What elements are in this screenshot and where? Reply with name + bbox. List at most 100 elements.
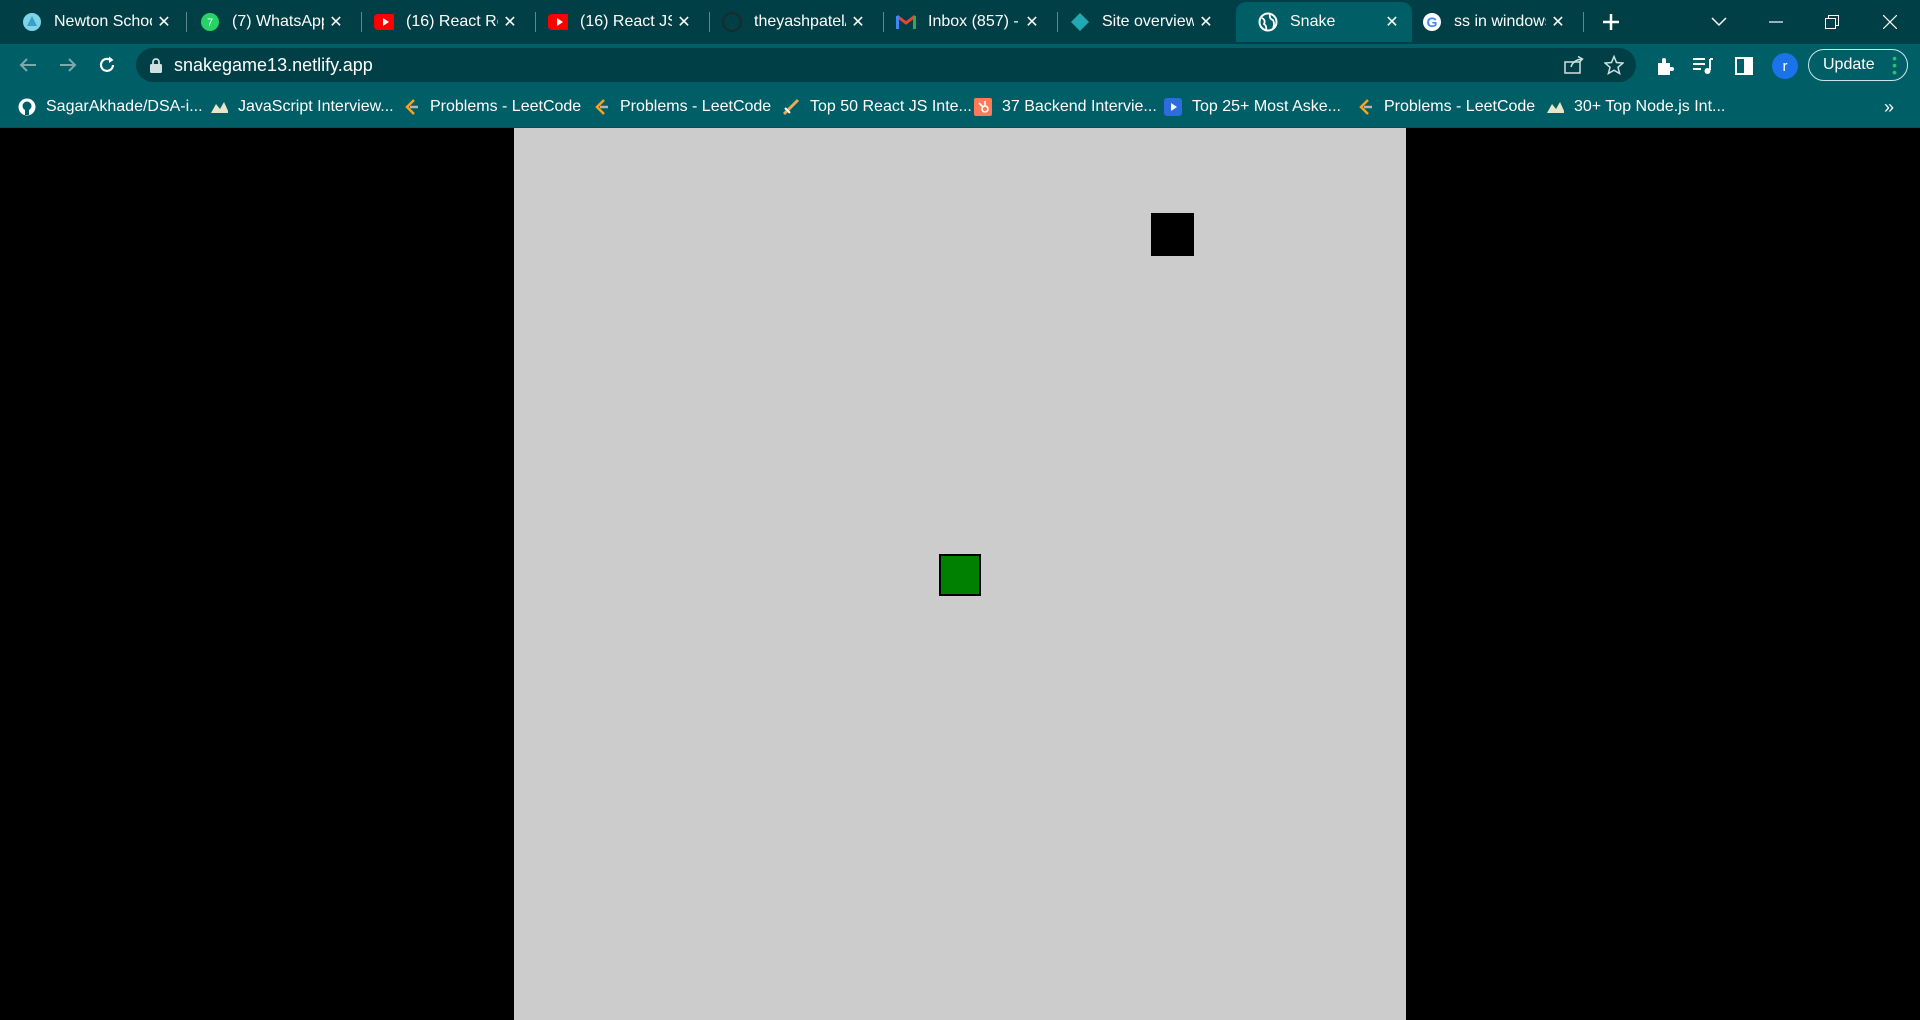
browser-toolbar: snakegame13.netlify.app r Update • • •	[0, 44, 1920, 86]
bookmark-label: Top 50 React JS Inte...	[810, 98, 972, 115]
update-button[interactable]: Update • • •	[1808, 49, 1908, 81]
tab-title: Snake	[1290, 13, 1336, 30]
close-tab-icon[interactable]: ✕	[324, 10, 348, 34]
svg-text:7: 7	[207, 17, 213, 29]
star-icon[interactable]	[1602, 53, 1626, 77]
youtube-icon	[548, 12, 568, 32]
interviewbit-icon	[210, 98, 228, 116]
bookmark-label: Problems - LeetCode	[430, 98, 582, 115]
more-menu-icon[interactable]: • • •	[1892, 51, 1897, 79]
youtube-icon	[374, 12, 394, 32]
google-icon: G	[1422, 12, 1442, 32]
tab-title: Inbox (857) - r	[928, 13, 1020, 30]
bookmark-label: Top 25+ Most Aske...	[1192, 98, 1341, 115]
avatar-initial: r	[1782, 57, 1788, 75]
tab-newton-school[interactable]: Newton School ✕	[0, 2, 184, 42]
bookmarks-bar: SagarAkhade/DSA-i... JavaScript Intervie…	[0, 86, 1920, 128]
reload-button[interactable]	[91, 49, 123, 81]
reload-icon	[99, 56, 115, 72]
bookmark-item[interactable]: Top 25+ Most Aske...	[1164, 96, 1341, 118]
globe-icon	[1258, 12, 1278, 32]
bookmark-site-icon	[1164, 98, 1182, 116]
hubspot-icon	[974, 98, 992, 116]
bookmark-item[interactable]: 30+ Top Node.js Int...	[1546, 96, 1725, 118]
tab-title: Newton School	[54, 13, 152, 30]
tab-gmail[interactable]: Inbox (857) - r ✕	[874, 2, 1052, 42]
forward-button[interactable]	[52, 49, 84, 81]
chevron-down-icon	[1711, 17, 1727, 27]
tab-title: theyashpatel/y	[754, 13, 846, 30]
extensions-icon[interactable]	[1652, 53, 1678, 79]
arrow-right-icon	[60, 58, 77, 72]
close-tab-icon[interactable]: ✕	[1020, 10, 1044, 34]
tab-title: (7) WhatsApp	[232, 13, 324, 30]
bookmark-item[interactable]: Problems - LeetCode	[592, 96, 771, 118]
reading-list-icon[interactable]	[1690, 53, 1716, 79]
github-icon	[18, 98, 36, 116]
close-tab-icon[interactable]: ✕	[672, 10, 696, 34]
newton-school-icon	[22, 12, 42, 32]
bookmark-label: 30+ Top Node.js Int...	[1574, 98, 1726, 115]
chevron-double-right-icon: »	[1884, 96, 1895, 117]
tab-title: (16) React Reg	[406, 13, 498, 30]
page-viewport	[0, 128, 1920, 1020]
bookmark-label: Problems - LeetCode	[620, 98, 772, 115]
food-block	[1151, 213, 1194, 256]
bookmarks-overflow-button[interactable]: »	[1884, 96, 1894, 118]
leetcode-icon	[1356, 98, 1374, 116]
arrow-left-icon	[19, 58, 36, 72]
close-tab-icon[interactable]: ✕	[846, 10, 870, 34]
tab-title: (16) React JS P	[580, 13, 672, 30]
tab-title: Site overview |	[1102, 13, 1194, 30]
tab-snake[interactable]: Snake ✕	[1236, 2, 1412, 42]
game-board[interactable]	[514, 128, 1406, 1020]
leetcode-icon	[402, 98, 420, 116]
bookmark-item[interactable]: Problems - LeetCode	[402, 96, 581, 118]
close-tab-icon[interactable]: ✕	[1194, 10, 1218, 34]
avatar[interactable]: r	[1772, 53, 1798, 79]
url-text[interactable]: snakegame13.netlify.app	[174, 55, 373, 76]
tab-strip: Newton School ✕ 7 (7) WhatsApp ✕ (16) Re…	[0, 0, 1920, 44]
bookmark-label: Problems - LeetCode	[1384, 98, 1536, 115]
tab-react-reg[interactable]: (16) React Reg ✕	[352, 2, 530, 42]
restore-icon	[1825, 15, 1839, 29]
bookmark-item[interactable]: Problems - LeetCode	[1356, 96, 1535, 118]
address-bar[interactable]: snakegame13.netlify.app	[136, 48, 1636, 82]
restore-button[interactable]	[1816, 6, 1848, 38]
bookmark-item[interactable]: 37 Backend Intervie...	[974, 96, 1157, 118]
close-tab-icon[interactable]: ✕	[1546, 10, 1570, 34]
tab-google-search[interactable]: G ss in windows ✕	[1400, 2, 1578, 42]
whatsapp-icon: 7	[200, 12, 220, 32]
bookmark-item[interactable]: Top 50 React JS Inte...	[782, 96, 972, 118]
svg-text:G: G	[1427, 14, 1438, 30]
bookmark-item[interactable]: JavaScript Interview...	[210, 96, 394, 118]
gmail-icon	[896, 12, 916, 32]
tab-whatsapp[interactable]: 7 (7) WhatsApp ✕	[178, 2, 356, 42]
netlify-icon	[1070, 12, 1090, 32]
lock-icon[interactable]	[150, 57, 162, 73]
update-label: Update	[1823, 56, 1875, 73]
tab-react-js[interactable]: (16) React JS P ✕	[526, 2, 704, 42]
leetcode-icon	[592, 98, 610, 116]
bookmark-label: 37 Backend Intervie...	[1002, 98, 1157, 115]
plus-icon	[1603, 14, 1619, 30]
tab-github[interactable]: theyashpatel/y ✕	[700, 2, 878, 42]
minimize-button[interactable]	[1760, 6, 1792, 38]
tab-title: ss in windows	[1454, 13, 1546, 30]
close-tab-icon[interactable]: ✕	[498, 10, 522, 34]
close-tab-icon[interactable]: ✕	[152, 10, 176, 34]
tab-separator	[1583, 12, 1584, 32]
tab-search-button[interactable]	[1703, 6, 1735, 38]
side-panel-icon[interactable]	[1731, 53, 1757, 79]
close-window-button[interactable]	[1874, 6, 1906, 38]
interviewbit-icon	[1546, 98, 1564, 116]
bookmark-site-icon	[782, 98, 800, 116]
close-icon	[1883, 15, 1897, 29]
bookmark-item[interactable]: SagarAkhade/DSA-i...	[18, 96, 203, 118]
back-button[interactable]	[12, 49, 44, 81]
share-icon[interactable]	[1562, 53, 1586, 77]
github-icon	[722, 12, 742, 32]
bookmark-label: JavaScript Interview...	[238, 98, 394, 115]
tab-site-overview[interactable]: Site overview | ✕	[1048, 2, 1226, 42]
new-tab-button[interactable]	[1595, 6, 1627, 38]
